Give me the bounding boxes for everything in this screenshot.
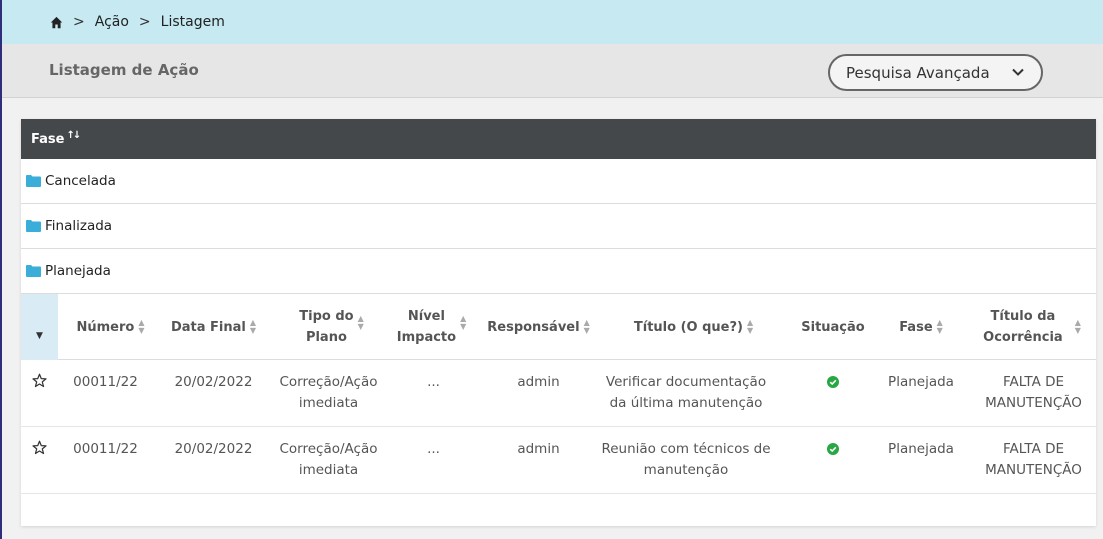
column-header-titulo[interactable]: Título (O que?) ▲ ▼: [611, 294, 776, 360]
sort-icon: ▲ ▼: [460, 314, 467, 331]
cell-nivel-impacto: ...: [427, 374, 440, 390]
table-row[interactable]: 00011/22 20/02/2022 Correção/Ação imediat…: [21, 427, 1096, 494]
cell-fase: Planejada: [888, 374, 954, 390]
folder-label: Finalizada: [45, 218, 113, 234]
column-label: Fase: [899, 319, 933, 335]
title-bar: Listagem de Ação Pesquisa Avançada: [2, 44, 1103, 98]
star-icon[interactable]: [32, 373, 47, 388]
sort-icon: ▲ ▼: [138, 318, 145, 335]
breadcrumb-separator: >: [138, 14, 151, 30]
column-header-responsavel[interactable]: Responsável ▲ ▼: [481, 294, 596, 360]
group-folder-cancelada[interactable]: Cancelada: [21, 159, 1096, 204]
column-label: Número: [76, 319, 135, 335]
advanced-search-button[interactable]: Pesquisa Avançada: [828, 54, 1043, 91]
column-header-data-final[interactable]: Data Final ▲ ▼: [161, 294, 266, 360]
sort-icon: ▲ ▼: [249, 318, 257, 335]
cell-titulo-ocorrencia: FALTA DE MANUTENÇÃO: [985, 441, 1082, 478]
folder-icon: [26, 175, 41, 187]
breadcrumb-separator: >: [73, 14, 85, 30]
cell-situacao: [795, 372, 871, 395]
cell-data-final: 20/02/2022: [174, 441, 253, 457]
cell-numero: 00011/22: [73, 374, 138, 390]
cell-titulo-ocorrencia: FALTA DE MANUTENÇÃO: [985, 374, 1082, 411]
sort-icon[interactable]: ↑↓: [66, 130, 81, 141]
column-header-titulo-ocorrencia[interactable]: Título da Ocorrência ▲ ▼: [976, 294, 1088, 360]
group-folder-planejada[interactable]: Planejada: [21, 249, 1096, 294]
page-title: Listagem de Ação: [49, 61, 199, 79]
sort-icon: ▲ ▼: [936, 318, 943, 335]
check-circle-icon: [827, 443, 839, 455]
group-by-label: Fase: [31, 131, 65, 147]
breadcrumb-item-acao[interactable]: Ação: [95, 14, 129, 30]
column-label: Responsável: [487, 319, 580, 335]
column-label: Título (O que?): [633, 319, 743, 335]
column-label: Título da Ocorrência: [983, 309, 1063, 345]
table-header: ▼ Número ▲ ▼ Data Final ▲ ▼ Tipo do Plano ▲…: [21, 294, 1096, 360]
breadcrumb: > Ação > Listagem: [2, 0, 1103, 44]
folder-icon: [26, 220, 41, 232]
column-label: Nível Impacto: [396, 309, 457, 345]
column-label: Data Final: [170, 319, 246, 335]
column-header-situacao[interactable]: Situação: [795, 294, 871, 360]
group-folder-finalizada[interactable]: Finalizada: [21, 204, 1096, 249]
breadcrumb-item-listagem: Listagem: [160, 14, 225, 30]
cell-responsavel: admin: [517, 374, 560, 390]
sort-icon: ▲ ▼: [1074, 318, 1081, 335]
column-header-tipo-plano[interactable]: Tipo do Plano ▲ ▼: [279, 294, 384, 360]
cell-situacao: [795, 439, 871, 462]
cell-titulo[interactable]: Verificar documentação da última manutenç…: [601, 372, 771, 414]
chevron-down-icon: [1012, 68, 1024, 76]
cell-nivel-impacto: ...: [427, 441, 440, 457]
column-header-numero[interactable]: Número ▲ ▼: [63, 294, 158, 360]
cell-data-final: 20/02/2022: [174, 374, 253, 390]
column-header-nivel-impacto[interactable]: Nível Impacto ▲ ▼: [389, 294, 474, 360]
check-circle-icon: [827, 376, 839, 388]
sort-icon: ▲ ▼: [583, 318, 590, 335]
advanced-search-label: Pesquisa Avançada: [846, 63, 990, 82]
sort-icon: ▲ ▼: [357, 314, 364, 331]
table-row[interactable]: 00011/22 20/02/2022 Correção/Ação imediat…: [21, 360, 1096, 427]
star-icon[interactable]: [32, 440, 47, 455]
column-label: Tipo do Plano: [299, 309, 354, 345]
column-header-fase[interactable]: Fase ▲ ▼: [881, 294, 961, 360]
folder-icon: [26, 265, 41, 277]
sort-icon: ▲ ▼: [746, 318, 754, 335]
cell-responsavel: admin: [517, 441, 560, 457]
cell-titulo[interactable]: Reunião com técnicos de manutenção: [601, 439, 771, 481]
cell-tipo-plano: Correção/Ação imediata: [279, 374, 378, 411]
caret-down-icon: ▼: [36, 330, 43, 341]
results-panel: Fase ↑↓ Cancelada Finalizada Planejada ▼…: [21, 119, 1096, 526]
select-column-header[interactable]: ▼: [21, 294, 58, 360]
cell-tipo-plano: Correção/Ação imediata: [279, 441, 378, 478]
cell-numero: 00011/22: [73, 441, 138, 457]
folder-label: Cancelada: [45, 173, 116, 189]
column-label: Situação: [801, 319, 865, 335]
folder-label: Planejada: [45, 263, 111, 279]
cell-fase: Planejada: [888, 441, 954, 457]
home-icon[interactable]: [50, 16, 63, 29]
group-by-header[interactable]: Fase ↑↓: [21, 119, 1096, 159]
actions-table: ▼ Número ▲ ▼ Data Final ▲ ▼ Tipo do Plano ▲…: [21, 294, 1096, 494]
